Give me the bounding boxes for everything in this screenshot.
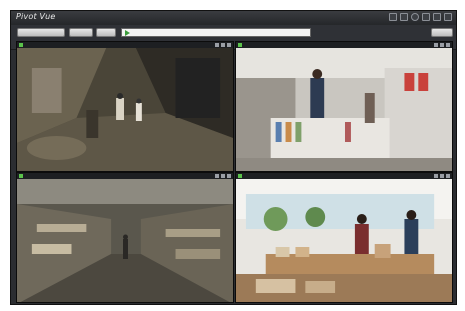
title-bar-controls xyxy=(389,13,452,23)
camera-tile-4[interactable] xyxy=(235,172,453,303)
recording-indicator-icon xyxy=(19,174,23,178)
toolbar-button-4[interactable] xyxy=(431,28,453,37)
close-icon[interactable] xyxy=(227,43,231,47)
close-icon[interactable] xyxy=(446,43,450,47)
camera-tile-header xyxy=(236,173,452,179)
toolbar-button-1[interactable] xyxy=(17,28,65,37)
camera-grid xyxy=(16,41,453,303)
zoom-icon[interactable] xyxy=(221,174,225,178)
settings-icon[interactable] xyxy=(411,13,419,21)
close-icon[interactable] xyxy=(227,174,231,178)
camera-tile-tools xyxy=(215,43,231,47)
camera-tile-tools xyxy=(215,174,231,178)
app-title: Pivot Vue xyxy=(16,12,56,21)
recording-indicator-icon xyxy=(238,174,242,178)
camera-tile-header xyxy=(17,173,233,179)
maximize-icon[interactable] xyxy=(433,13,441,21)
camera-feed-image xyxy=(236,48,452,171)
snapshot-icon[interactable] xyxy=(215,43,219,47)
toolbar-button-2[interactable] xyxy=(69,28,93,37)
app-window: Pivot Vue xyxy=(10,10,457,305)
camera-tile-header xyxy=(17,42,233,48)
layout-icon[interactable] xyxy=(400,13,408,21)
camera-tile-header xyxy=(236,42,452,48)
camera-tile-3[interactable] xyxy=(16,172,234,303)
recording-indicator-icon xyxy=(238,43,242,47)
zoom-icon[interactable] xyxy=(221,43,225,47)
recording-indicator-icon xyxy=(19,43,23,47)
close-icon[interactable] xyxy=(446,174,450,178)
camera-tile-tools xyxy=(434,174,450,178)
camera-feed-image xyxy=(17,179,233,302)
snapshot-icon[interactable] xyxy=(215,174,219,178)
play-icon[interactable] xyxy=(125,30,130,36)
layout-icon[interactable] xyxy=(389,13,397,21)
camera-tile-tools xyxy=(434,43,450,47)
close-icon[interactable] xyxy=(444,13,452,21)
title-bar: Pivot Vue xyxy=(11,11,456,25)
minimize-icon[interactable] xyxy=(422,13,430,21)
camera-feed-image xyxy=(236,179,452,302)
camera-tile-2[interactable] xyxy=(235,41,453,172)
toolbar-button-3[interactable] xyxy=(96,28,116,37)
camera-tile-1[interactable] xyxy=(16,41,234,172)
snapshot-icon[interactable] xyxy=(434,43,438,47)
camera-feed-image xyxy=(17,48,233,171)
snapshot-icon[interactable] xyxy=(434,174,438,178)
stream-address-bar[interactable] xyxy=(121,28,311,37)
zoom-icon[interactable] xyxy=(440,43,444,47)
zoom-icon[interactable] xyxy=(440,174,444,178)
